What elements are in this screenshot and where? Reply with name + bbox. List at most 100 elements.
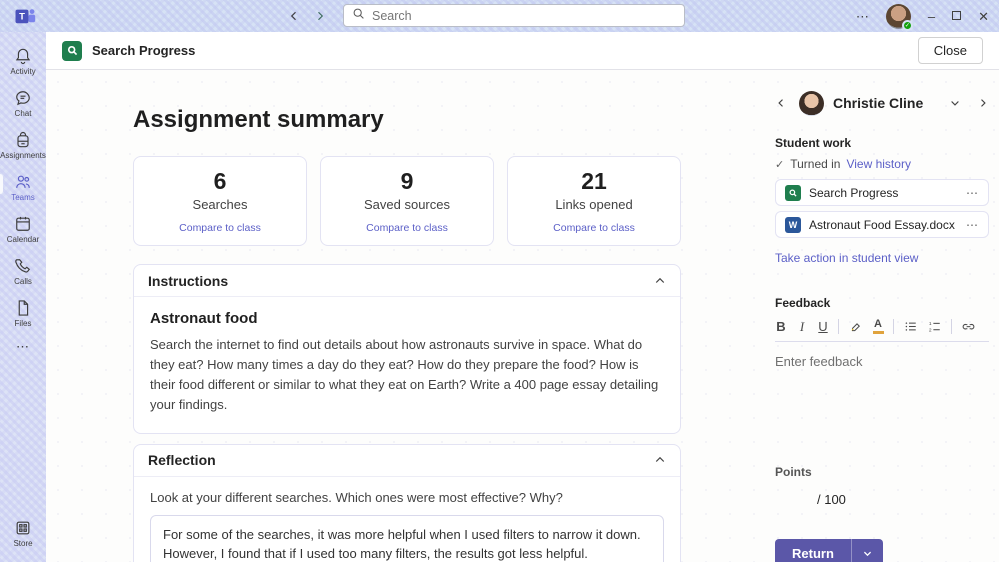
- stat-label: Searches: [193, 197, 248, 212]
- attachment-essay-docx[interactable]: W Astronaut Food Essay.docx ⋯: [775, 211, 989, 238]
- sidebar-item-label: Store: [13, 539, 32, 548]
- sidebar-item-files[interactable]: Files: [0, 292, 46, 334]
- italic-button[interactable]: I: [796, 320, 808, 333]
- numbered-list-button[interactable]: 12: [927, 319, 942, 334]
- svg-text:T: T: [19, 11, 25, 22]
- tab-header: Search Progress Close: [46, 32, 999, 70]
- attachment-search-progress[interactable]: Search Progress ⋯: [775, 179, 989, 206]
- nav-forward-button[interactable]: [314, 10, 326, 22]
- student-navigator: Christie Cline: [775, 90, 989, 116]
- compare-to-class-link[interactable]: Compare to class: [366, 222, 448, 234]
- minimize-button[interactable]: –: [928, 10, 935, 23]
- instructions-header[interactable]: Instructions: [134, 265, 680, 297]
- bold-button[interactable]: B: [775, 320, 787, 333]
- sidebar-item-label: Teams: [11, 193, 35, 202]
- phone-icon: [13, 256, 33, 276]
- attachment-name: Search Progress: [809, 186, 958, 200]
- global-search[interactable]: [343, 4, 685, 27]
- word-icon: W: [785, 217, 801, 233]
- points-label: Points: [775, 465, 989, 479]
- sidebar-item-label: Chat: [15, 109, 32, 118]
- search-input[interactable]: [372, 9, 676, 23]
- next-student-button[interactable]: [977, 97, 989, 109]
- stat-card-links-opened: 21 Links opened Compare to class: [507, 156, 681, 246]
- take-action-link[interactable]: Take action in student view: [775, 251, 989, 265]
- calendar-icon: [13, 214, 33, 234]
- points-input[interactable]: [775, 489, 811, 509]
- previous-student-button[interactable]: [775, 97, 787, 109]
- close-button[interactable]: Close: [918, 37, 983, 64]
- compare-to-class-link[interactable]: Compare to class: [553, 222, 635, 234]
- student-name: Christie Cline: [833, 95, 923, 111]
- font-color-button[interactable]: A: [872, 319, 884, 334]
- sidebar-item-label: Calls: [14, 277, 32, 286]
- assignment-instructions-text: Search the internet to find out details …: [150, 335, 664, 416]
- return-split-button: Return: [775, 539, 883, 562]
- maximize-icon: [952, 11, 961, 20]
- bullet-list-button[interactable]: [903, 319, 918, 334]
- svg-text:1: 1: [929, 321, 932, 327]
- titlebar: T ⋯ ✓ – ✕: [0, 0, 999, 32]
- reflection-question: Look at your different searches. Which o…: [150, 490, 664, 505]
- stat-value: 6: [214, 168, 227, 195]
- close-window-button[interactable]: ✕: [978, 10, 989, 23]
- reflection-header-label: Reflection: [148, 452, 216, 468]
- sidebar-item-activity[interactable]: Activity: [0, 40, 46, 82]
- turned-in-status: Turned in: [790, 157, 840, 171]
- chat-icon: [13, 88, 33, 108]
- stat-label: Links opened: [555, 197, 632, 212]
- stat-card-saved-sources: 9 Saved sources Compare to class: [320, 156, 494, 246]
- stats-row: 6 Searches Compare to class 9 Saved sour…: [133, 156, 681, 246]
- sidebar-item-chat[interactable]: Chat: [0, 82, 46, 124]
- underline-button[interactable]: U: [817, 320, 829, 333]
- sidebar-item-label: Files: [15, 319, 32, 328]
- teams-people-icon: [13, 172, 33, 192]
- more-icon[interactable]: ⋯: [966, 186, 979, 200]
- reflection-header[interactable]: Reflection: [134, 445, 680, 477]
- feedback-input[interactable]: Enter feedback: [775, 354, 989, 369]
- sidebar-item-store[interactable]: Store: [0, 512, 46, 554]
- teams-logo-icon: T: [13, 7, 37, 26]
- highlight-button[interactable]: [848, 319, 863, 334]
- sidebar-more-button[interactable]: ⋯: [0, 334, 46, 360]
- student-avatar: [799, 91, 824, 116]
- maximize-button[interactable]: [952, 7, 961, 25]
- student-work-label: Student work: [775, 136, 989, 150]
- stat-value: 9: [401, 168, 414, 195]
- check-icon: ✓: [775, 158, 784, 171]
- view-history-link[interactable]: View history: [846, 157, 910, 171]
- presence-available-icon: ✓: [902, 20, 913, 31]
- sidebar-item-calls[interactable]: Calls: [0, 250, 46, 292]
- more-icon[interactable]: ⋯: [966, 218, 979, 232]
- chevron-up-icon: [654, 275, 666, 287]
- feedback-toolbar: B I U A 12: [775, 319, 989, 342]
- chevron-up-icon: [654, 454, 666, 466]
- return-dropdown-button[interactable]: [851, 539, 883, 562]
- nav-back-button[interactable]: [288, 10, 300, 22]
- student-dropdown-chevron[interactable]: [949, 97, 961, 109]
- user-avatar[interactable]: ✓: [886, 4, 911, 29]
- file-icon: [13, 298, 33, 318]
- reflection-answer-box[interactable]: For some of the searches, it was more he…: [150, 515, 664, 562]
- titlebar-more-icon[interactable]: ⋯: [856, 10, 869, 23]
- sidebar-item-calendar[interactable]: Calendar: [0, 208, 46, 250]
- assignment-summary: Assignment summary 6 Searches Compare to…: [133, 70, 681, 562]
- toolbar-divider: [893, 319, 894, 334]
- page-title: Assignment summary: [133, 106, 681, 134]
- tab-title: Search Progress: [92, 43, 195, 58]
- search-icon: [352, 7, 365, 25]
- sidebar-item-teams[interactable]: Teams: [0, 166, 46, 208]
- reflection-card: Reflection Look at your different search…: [133, 444, 681, 562]
- instructions-card: Instructions Astronaut food Search the i…: [133, 264, 681, 434]
- return-button[interactable]: Return: [775, 539, 851, 562]
- search-progress-icon: [62, 41, 82, 61]
- store-grid-icon: [13, 518, 33, 538]
- link-button[interactable]: [961, 319, 976, 334]
- content-area: Assignment summary 6 Searches Compare to…: [46, 70, 999, 562]
- sidebar-item-label: Assignments: [0, 151, 46, 160]
- toolbar-divider: [951, 319, 952, 334]
- sidebar-item-assignments[interactable]: Assignments: [0, 124, 46, 166]
- compare-to-class-link[interactable]: Compare to class: [179, 222, 261, 234]
- feedback-label: Feedback: [775, 296, 989, 310]
- svg-text:2: 2: [929, 327, 932, 333]
